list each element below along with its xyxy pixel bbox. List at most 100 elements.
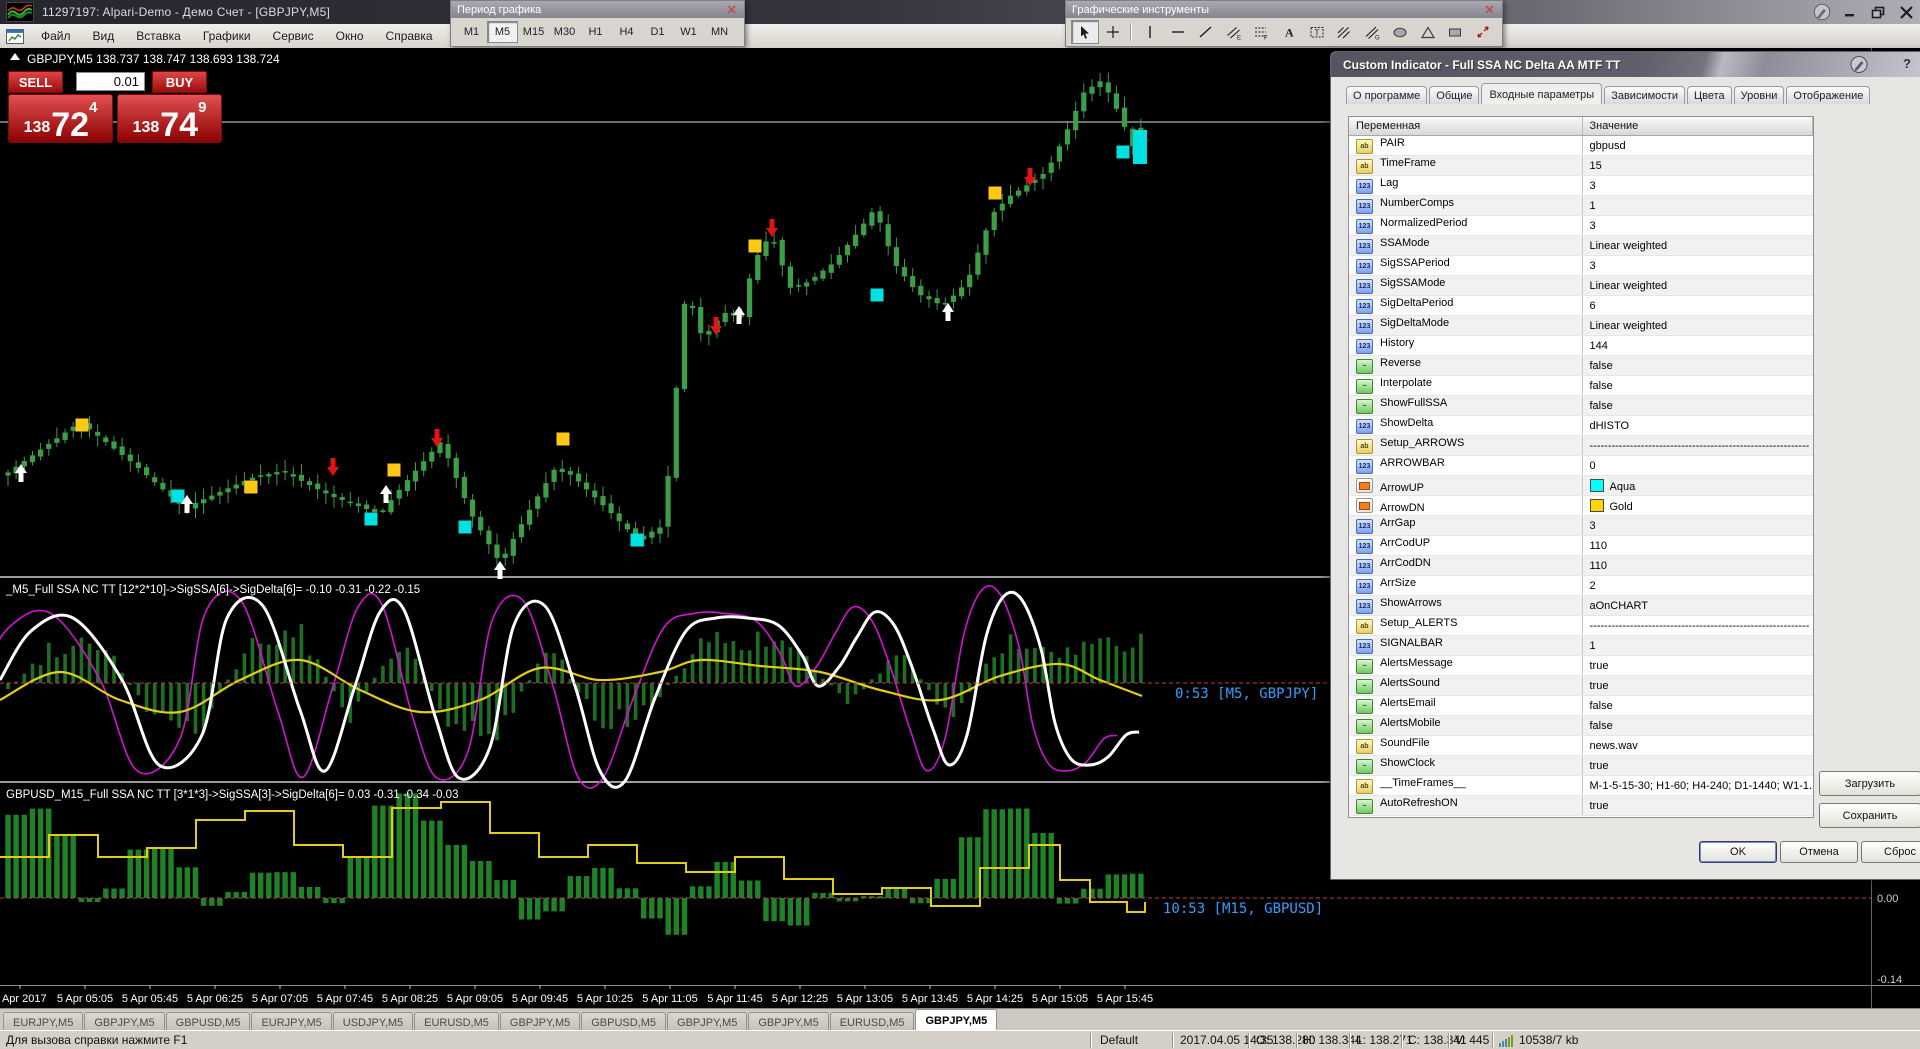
param-row[interactable]: 123History144 xyxy=(1349,336,1813,356)
period-button-M30[interactable]: M30 xyxy=(549,21,580,43)
param-row[interactable]: ~AlertsEmailfalse xyxy=(1349,696,1813,716)
period-button-M15[interactable]: M15 xyxy=(518,21,549,43)
param-row[interactable]: ~AlertsSoundtrue xyxy=(1349,676,1813,696)
param-row[interactable]: abTimeFrame15 xyxy=(1349,156,1813,176)
buy-price-button[interactable]: 138749 xyxy=(117,94,222,143)
param-row[interactable]: 123ARROWBAR0 xyxy=(1349,456,1813,476)
tool-rectangle-icon[interactable] xyxy=(1442,20,1470,44)
tool-triangle-icon[interactable] xyxy=(1414,20,1442,44)
param-row[interactable]: 123ArrGap3 xyxy=(1349,516,1813,536)
graphic-toolbar-titlebar[interactable]: Графические инструменты xyxy=(1066,1,1502,18)
param-row[interactable]: 123SSAModeLinear weighted xyxy=(1349,236,1813,256)
dialog-tab-6[interactable]: Уровни xyxy=(1734,86,1785,104)
minimize-button[interactable] xyxy=(1840,3,1860,21)
param-value-cell[interactable]: false xyxy=(1582,376,1813,396)
ok-button[interactable]: OK xyxy=(1699,841,1777,863)
tool-arrow-tools-icon[interactable] xyxy=(1469,20,1497,44)
tool-trendline-icon[interactable] xyxy=(1192,20,1220,44)
dialog-tab-7[interactable]: Отображение xyxy=(1786,86,1870,104)
chart-tab-GBPJPY,M5[interactable]: GBPJPY,M5 xyxy=(84,1012,164,1031)
param-row[interactable]: 123SigSSAPeriod3 xyxy=(1349,256,1813,276)
param-value-cell[interactable]: false xyxy=(1582,716,1813,736)
param-value-cell[interactable]: 3 xyxy=(1582,216,1813,236)
period-button-H1[interactable]: H1 xyxy=(580,21,611,43)
menu-item-графики[interactable]: Графики xyxy=(192,25,262,47)
chart-tab-EURUSD,M5[interactable]: EURUSD,M5 xyxy=(414,1012,499,1031)
restore-button[interactable] xyxy=(1868,3,1888,21)
param-value-cell[interactable]: 1 xyxy=(1582,196,1813,216)
tool-ellipse-icon[interactable] xyxy=(1386,20,1414,44)
param-value-cell[interactable]: false xyxy=(1582,356,1813,376)
param-value-cell[interactable]: news.wav xyxy=(1582,736,1813,756)
param-row[interactable]: ~AutoRefreshONtrue xyxy=(1349,796,1813,816)
param-row[interactable]: 123NumberComps1 xyxy=(1349,196,1813,216)
chart-tab-EURJPY,M5[interactable]: EURJPY,M5 xyxy=(3,1012,83,1031)
menu-item-вид[interactable]: Вид xyxy=(82,25,126,47)
tool-horizontal-line-icon[interactable] xyxy=(1164,20,1192,44)
period-button-H4[interactable]: H4 xyxy=(611,21,642,43)
param-value-cell[interactable]: 3 xyxy=(1582,516,1813,536)
param-value-cell[interactable]: 2 xyxy=(1582,576,1813,596)
dialog-tab-4[interactable]: Зависимости xyxy=(1604,86,1685,104)
param-row[interactable]: 123NormalizedPeriod3 xyxy=(1349,216,1813,236)
param-row[interactable]: 123ArrCodDN110 xyxy=(1349,556,1813,576)
chart-tab-USDJPY,M5[interactable]: USDJPY,M5 xyxy=(333,1012,413,1031)
chart-tab-GBPUSD,M5[interactable]: GBPUSD,M5 xyxy=(166,1012,251,1031)
sell-price-button[interactable]: 138724 xyxy=(8,94,113,143)
column-header-value[interactable]: Значение xyxy=(1582,117,1813,136)
period-button-M5[interactable]: M5 xyxy=(487,21,518,43)
dialog-titlebar[interactable]: Custom Indicator - Full SSA NC Delta AA … xyxy=(1331,52,1920,77)
sell-button[interactable]: SELL xyxy=(8,71,63,93)
param-row[interactable]: 123ArrSize2 xyxy=(1349,576,1813,596)
menu-item-сервис[interactable]: Сервис xyxy=(262,25,325,47)
param-value-cell[interactable]: Gold xyxy=(1582,496,1813,516)
param-value-cell[interactable]: ----------------------------------------… xyxy=(1582,436,1813,456)
period-button-M1[interactable]: M1 xyxy=(456,21,487,43)
param-row[interactable]: 123SigDeltaModeLinear weighted xyxy=(1349,316,1813,336)
tool-text-label-icon[interactable]: T xyxy=(1303,20,1331,44)
menu-item-окно[interactable]: Окно xyxy=(325,25,375,47)
param-row[interactable]: abSetup_ARROWS--------------------------… xyxy=(1349,436,1813,456)
load-button[interactable]: Загрузить xyxy=(1819,771,1920,796)
period-button-W1[interactable]: W1 xyxy=(673,21,704,43)
param-row[interactable]: abPAIRgbpusd xyxy=(1349,136,1813,156)
close-button[interactable] xyxy=(1896,3,1916,21)
param-value-cell[interactable]: 15 xyxy=(1582,156,1813,176)
param-value-cell[interactable]: true xyxy=(1582,756,1813,776)
chart-window-icon[interactable] xyxy=(6,29,24,44)
param-row[interactable]: 123ShowArrowsaOnCHART xyxy=(1349,596,1813,616)
param-row[interactable]: 123SigDeltaPeriod6 xyxy=(1349,296,1813,316)
chart-tab-GBPJPY,M5[interactable]: GBPJPY,M5 xyxy=(667,1012,747,1031)
tool-vertical-line-icon[interactable] xyxy=(1136,20,1164,44)
param-value-cell[interactable]: true xyxy=(1582,656,1813,676)
tool-andrews-pitchfork-icon[interactable] xyxy=(1331,20,1359,44)
period-button-MN[interactable]: MN xyxy=(704,21,735,43)
menu-item-файл[interactable]: Файл xyxy=(30,25,82,47)
reset-button[interactable]: Сброс xyxy=(1861,841,1920,863)
status-profile[interactable]: Default xyxy=(1100,1033,1138,1047)
param-value-cell[interactable]: Linear weighted xyxy=(1582,236,1813,256)
tool-cursor-icon[interactable] xyxy=(1071,20,1099,44)
close-icon[interactable] xyxy=(724,4,738,16)
param-value-cell[interactable]: true xyxy=(1582,796,1813,816)
dialog-tab-2[interactable]: Общие xyxy=(1429,86,1479,104)
param-row[interactable]: 123ShowDeltadHISTO xyxy=(1349,416,1813,436)
period-button-D1[interactable]: D1 xyxy=(642,21,673,43)
chart-tab-GBPJPY,M5[interactable]: GBPJPY,M5 xyxy=(748,1012,828,1031)
parameters-table[interactable]: Переменная Значение abPAIRgbpusdabTimeFr… xyxy=(1348,116,1814,818)
param-value-cell[interactable]: aOnCHART xyxy=(1582,596,1813,616)
param-value-cell[interactable]: ----------------------------------------… xyxy=(1582,616,1813,636)
tool-text-icon[interactable]: A xyxy=(1275,20,1303,44)
param-value-cell[interactable]: Linear weighted xyxy=(1582,276,1813,296)
volume-input[interactable] xyxy=(76,72,145,91)
param-value-cell[interactable]: 110 xyxy=(1582,536,1813,556)
window-titlebar[interactable]: 11297197: Alpari-Demo - Демо Счет - [GBP… xyxy=(0,0,1920,24)
param-value-cell[interactable]: Aqua xyxy=(1582,476,1813,496)
param-value-cell[interactable]: 144 xyxy=(1582,336,1813,356)
param-value-cell[interactable]: M-1-5-15-30; H1-60; H4-240; D1-1440; W1-… xyxy=(1582,776,1813,796)
param-value-cell[interactable]: false xyxy=(1582,696,1813,716)
param-value-cell[interactable]: dHISTO xyxy=(1582,416,1813,436)
help-button[interactable]: ? xyxy=(1903,56,1911,71)
param-row[interactable]: ~Interpolatefalse xyxy=(1349,376,1813,396)
param-value-cell[interactable]: 0 xyxy=(1582,456,1813,476)
